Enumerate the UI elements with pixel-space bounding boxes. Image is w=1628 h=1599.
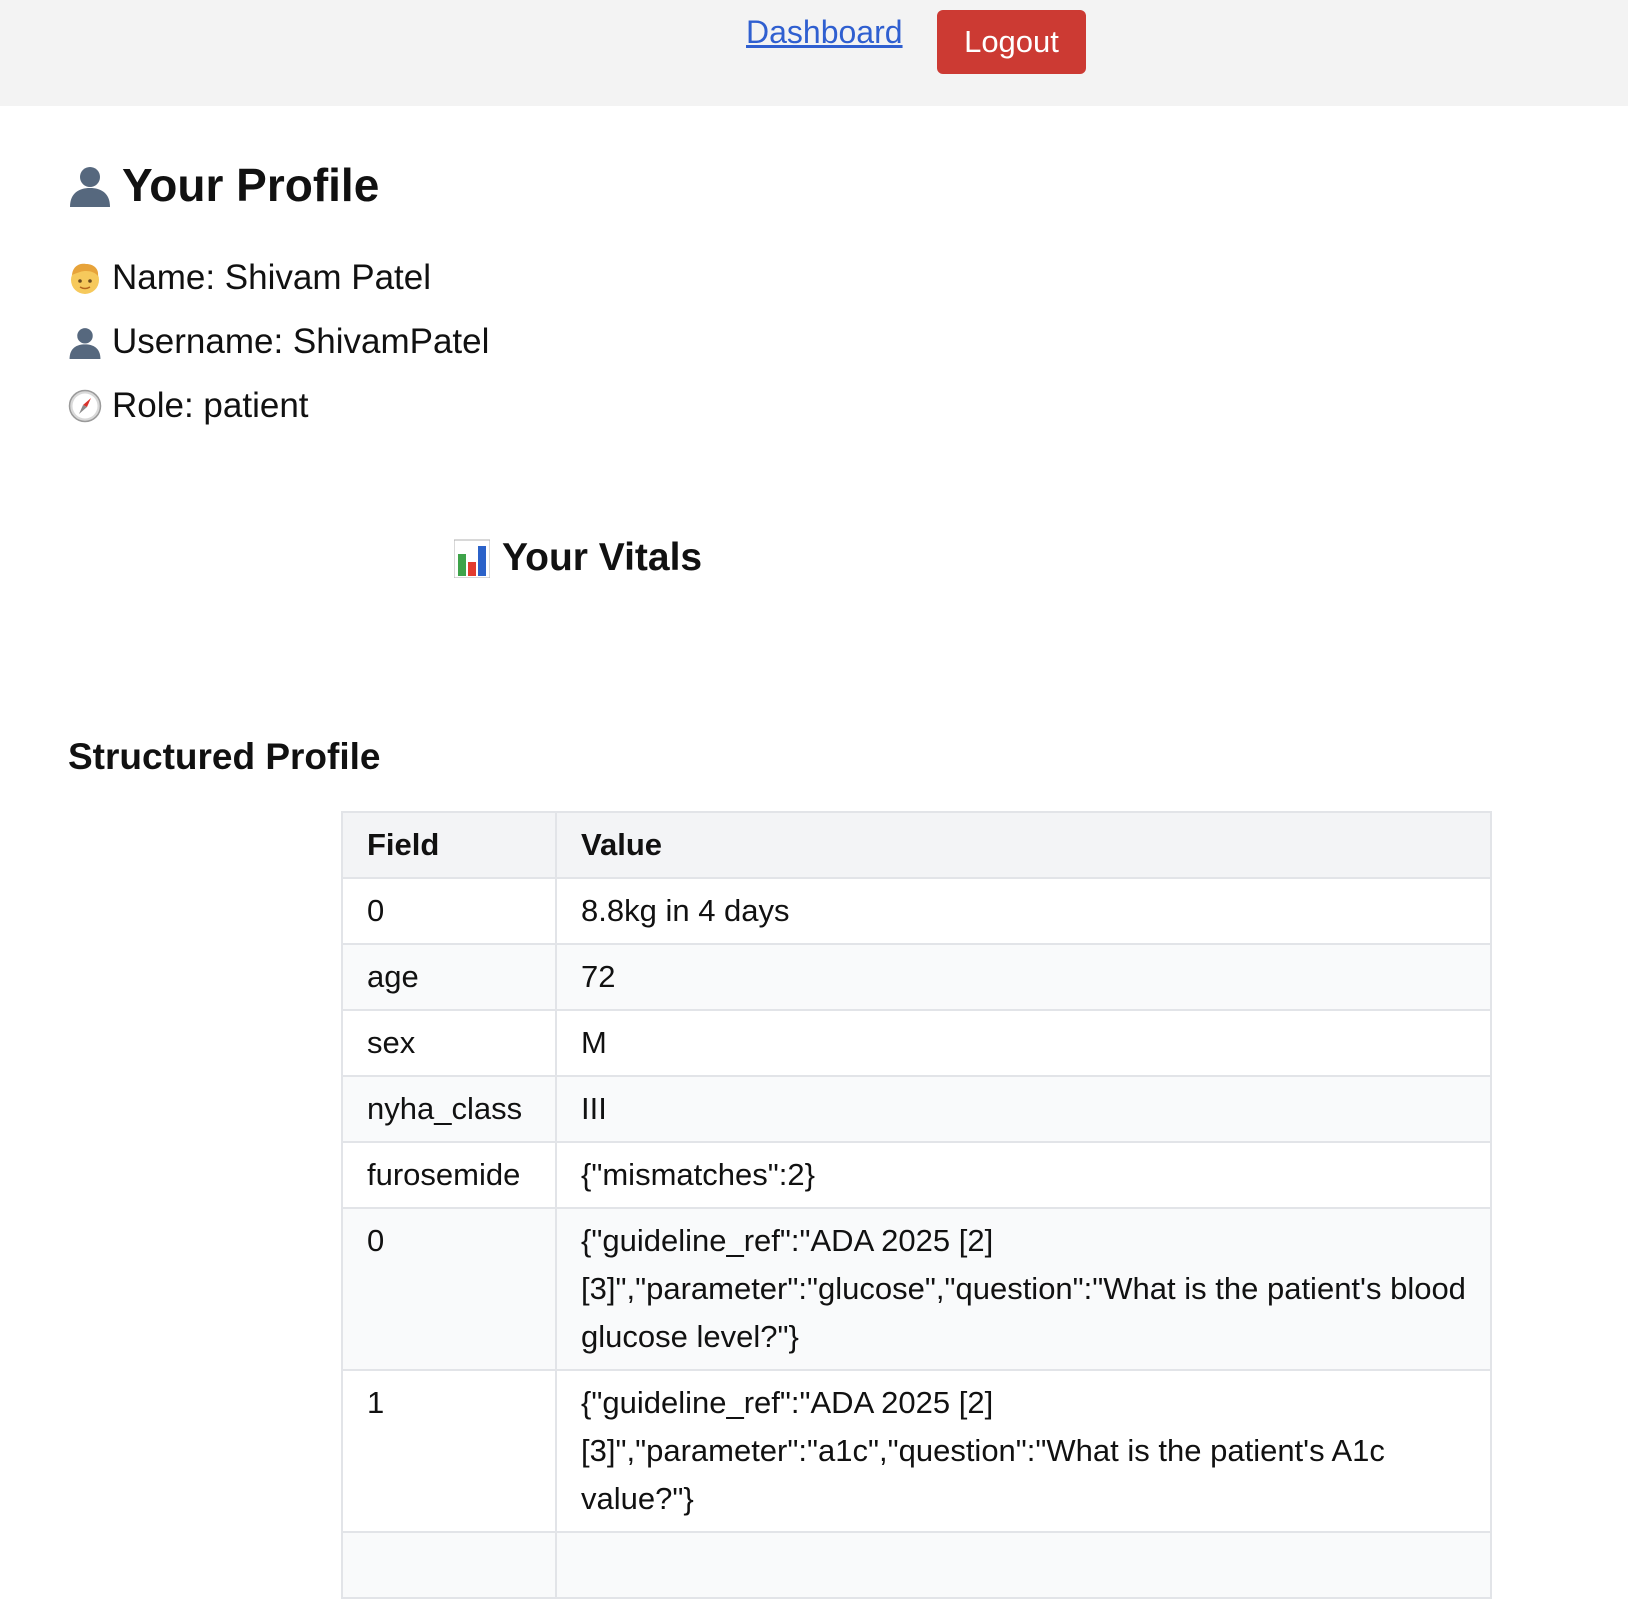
value-cell: {"guideline_ref":"ADA 2025 [2][3]","para… [555,1207,1492,1371]
column-header-value: Value [555,811,1492,879]
table-header-row: Field Value [341,811,1492,879]
table-row: 0 {"guideline_ref":"ADA 2025 [2][3]","pa… [341,1207,1492,1371]
vitals-title-text: Your Vitals [502,536,703,579]
top-nav-bar: Dashboard Logout [0,0,1628,106]
value-cell: 72 [555,943,1492,1011]
username-line: Username: ShivamPatel [68,322,489,362]
role-line: Role: patient [68,386,309,426]
structured-profile-heading: Structured Profile [68,736,381,777]
table-row: sex M [341,1009,1492,1077]
table-row: furosemide {"mismatches":2} [341,1141,1492,1209]
field-cell: 0 [341,877,557,945]
role-text: Role: patient [112,386,309,425]
value-cell: III [555,1075,1492,1143]
person-silhouette-icon [70,167,110,207]
field-cell: nyha_class [341,1075,557,1143]
field-cell: 0 [341,1207,557,1371]
table-row [341,1531,1492,1599]
profile-title-text: Your Profile [122,159,380,211]
field-cell [341,1531,557,1599]
person-face-icon [71,263,99,294]
profile-heading: Your Profile [68,158,379,212]
dashboard-link[interactable]: Dashboard [746,14,903,51]
table-row: 1 {"guideline_ref":"ADA 2025 [2][3]","pa… [341,1369,1492,1533]
table-row: 0 8.8kg in 4 days [341,877,1492,945]
value-cell: M [555,1009,1492,1077]
field-cell: furosemide [341,1141,557,1209]
structured-profile-table: Field Value 0 8.8kg in 4 days age 72 sex… [341,811,1492,1599]
field-cell: 1 [341,1369,557,1533]
table-row: age 72 [341,943,1492,1011]
name-line: Name: Shivam Patel [68,258,431,298]
value-cell: {"guideline_ref":"ADA 2025 [2][3]","para… [555,1369,1492,1533]
field-cell: age [341,943,557,1011]
table-row: nyha_class III [341,1075,1492,1143]
value-cell [555,1531,1492,1599]
username-text: Username: ShivamPatel [112,322,490,361]
value-cell: {"mismatches":2} [555,1141,1492,1209]
person-silhouette-icon [69,328,101,359]
bar-chart-icon [454,539,490,578]
value-cell: 8.8kg in 4 days [555,877,1492,945]
name-text: Name: Shivam Patel [112,258,432,297]
logout-button[interactable]: Logout [937,10,1086,74]
field-cell: sex [341,1009,557,1077]
vitals-heading: Your Vitals [454,536,702,580]
column-header-field: Field [341,811,557,879]
compass-icon [68,389,102,423]
